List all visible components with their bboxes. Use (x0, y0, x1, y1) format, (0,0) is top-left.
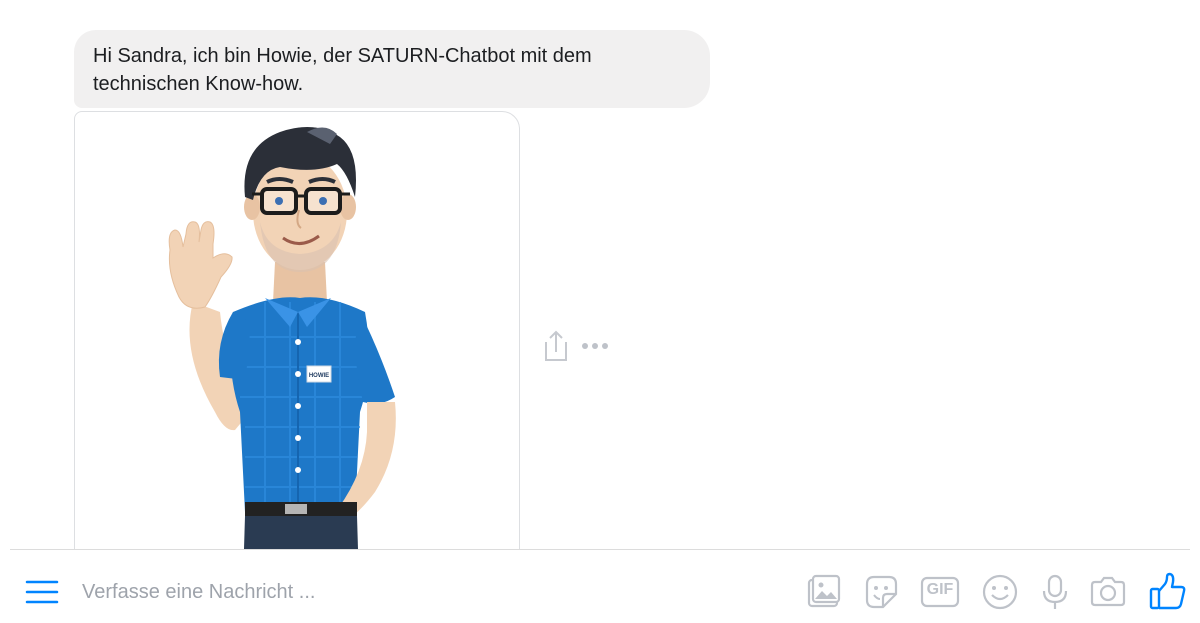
bot-message-text: Hi Sandra, ich bin Howie, der SATURN-Cha… (93, 45, 592, 95)
photo-icon[interactable] (804, 572, 844, 612)
camera-icon[interactable] (1088, 572, 1128, 612)
hamburger-menu-icon[interactable] (25, 579, 59, 605)
gif-label: GIF (926, 581, 954, 598)
bot-message-bubble[interactable]: Hi Sandra, ich bin Howie, der SATURN-Cha… (74, 30, 710, 108)
like-icon[interactable] (1148, 572, 1188, 612)
microphone-icon[interactable] (1035, 572, 1075, 612)
message-input[interactable] (82, 573, 782, 611)
more-options-icon[interactable] (580, 338, 610, 354)
sticker-icon[interactable] (861, 572, 901, 612)
howie-image-card[interactable]: HOWIE (74, 111, 520, 550)
emoji-icon[interactable] (980, 572, 1020, 612)
share-icon[interactable] (540, 328, 572, 364)
message-composer: GIF (0, 550, 1200, 623)
howie-mascot-image: HOWIE (168, 127, 396, 550)
name-tag-text: HOWIE (309, 373, 329, 379)
conversation-area: Hi Sandra, ich bin Howie, der SATURN-Cha… (0, 0, 1200, 550)
gif-icon[interactable]: GIF (920, 572, 960, 612)
